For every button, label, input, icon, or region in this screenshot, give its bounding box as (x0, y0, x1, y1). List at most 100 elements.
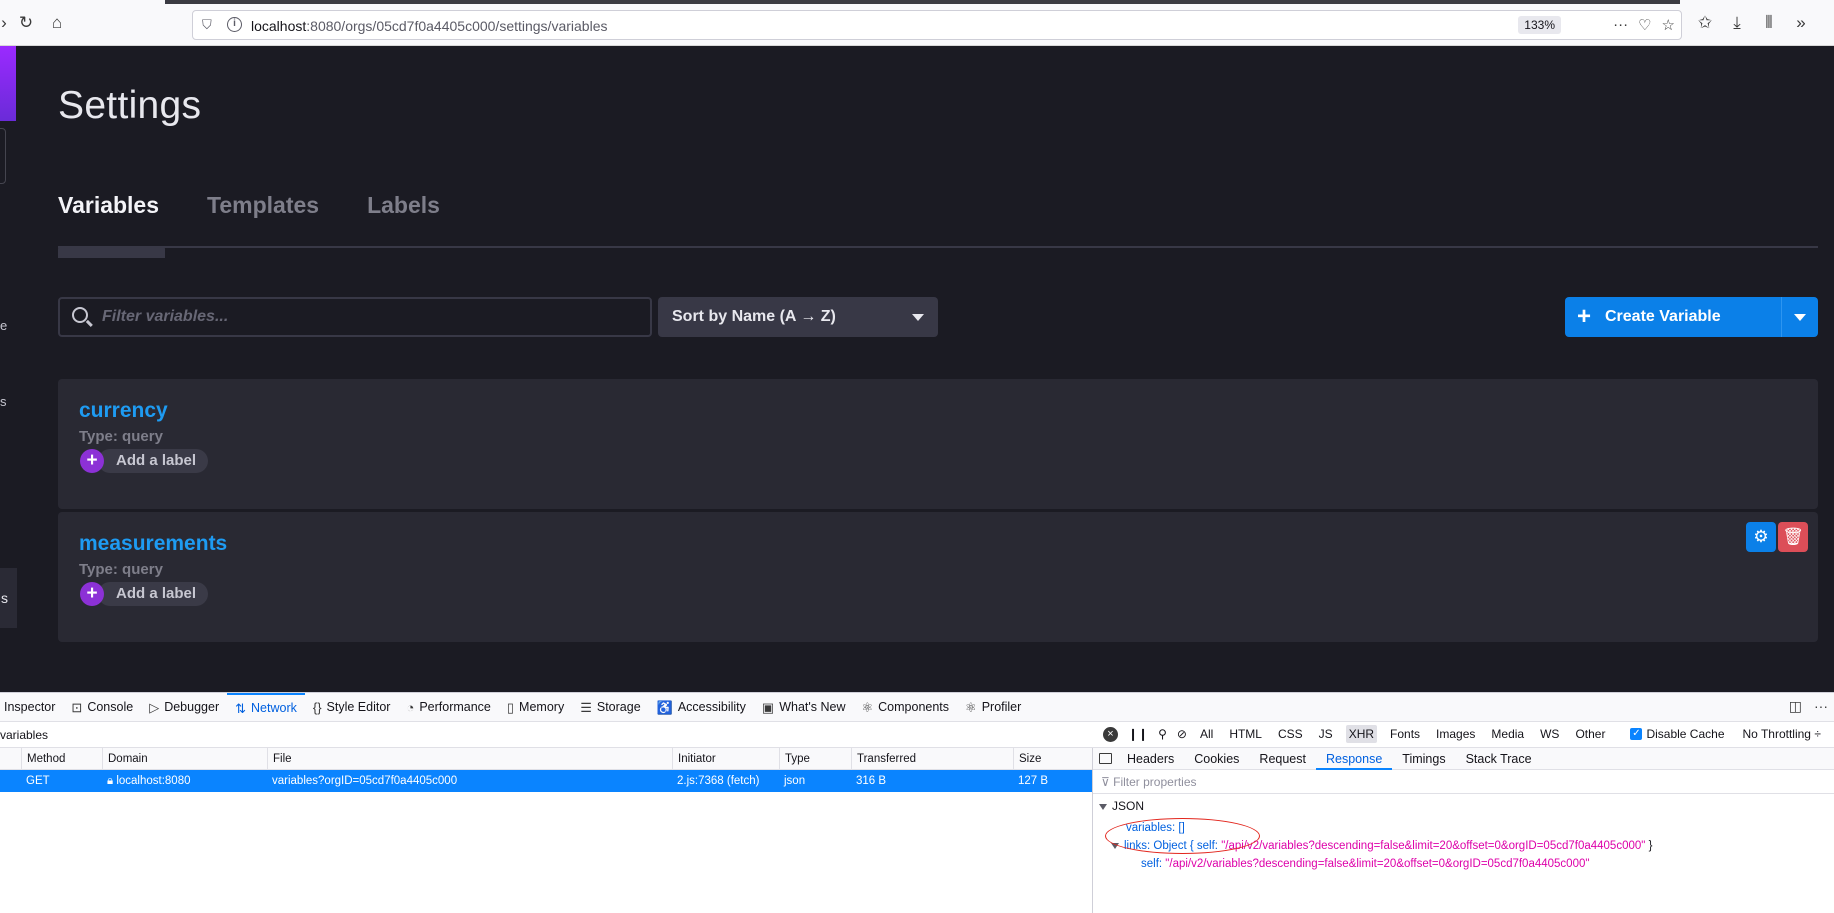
json-self-row[interactable]: self: "/api/v2/variables?descending=fals… (1141, 858, 1589, 870)
downloads-icon[interactable]: ⤓ (1727, 13, 1747, 33)
zoom-level[interactable]: 133% (1518, 16, 1561, 34)
variable-card[interactable]: measurements Type: query + Add a label ⚙… (58, 512, 1818, 642)
filter-css[interactable]: CSS (1275, 725, 1306, 743)
tab-memory[interactable]: ▯ Memory (499, 693, 572, 722)
chevron-down-icon[interactable] (1794, 314, 1806, 321)
sort-dropdown[interactable]: Sort by Name (A → Z) (658, 297, 938, 337)
filter-variables[interactable] (58, 297, 652, 337)
storage-icon: ☰ (580, 699, 592, 715)
gauge-icon: ◔ (406, 699, 415, 715)
variable-name[interactable]: currency (79, 399, 168, 423)
create-variable-button[interactable]: + Create Variable (1565, 297, 1818, 337)
tab-components[interactable]: ⚛ Components (854, 693, 958, 722)
react-icon: ⚛ (861, 699, 874, 715)
tab-headers[interactable]: Headers (1117, 748, 1184, 770)
filter-js[interactable]: JS (1316, 725, 1336, 743)
clear-icon[interactable]: × (1103, 726, 1118, 742)
site-info-icon[interactable]: i (227, 17, 242, 32)
tab-label: Style Editor (326, 699, 391, 714)
toggle-sidebar-icon[interactable] (1099, 753, 1112, 764)
search-icon[interactable]: ⚲ (1158, 727, 1167, 741)
tab-storage[interactable]: ☰ Storage (572, 693, 648, 722)
browser-toolbar: › ↻ ⌂ ⛉ i localhost:8080/orgs/05cd7f0a44… (0, 0, 1834, 46)
throttling-select[interactable]: No Throttling ÷ (1743, 727, 1821, 741)
library-icon[interactable]: ⫴ (1759, 13, 1779, 33)
column-method[interactable]: Method (21, 748, 102, 770)
tracking-shield-icon[interactable]: ⛉ (202, 17, 212, 33)
disable-cache-checkbox[interactable]: ✓ Disable Cache (1630, 727, 1725, 741)
block-icon[interactable]: ⊘ (1177, 727, 1187, 741)
tab-profiler[interactable]: ⚛ Profiler (957, 693, 1029, 722)
nav-item-active[interactable]: s (0, 568, 17, 628)
search-icon (72, 307, 88, 323)
tab-request[interactable]: Request (1249, 748, 1316, 770)
sort-label: Sort by Name (A → Z) (672, 308, 836, 325)
filter-other[interactable]: Other (1572, 725, 1608, 743)
lock-icon: 🔒︎ (107, 775, 117, 787)
tab-console[interactable]: ⊡ Console (63, 693, 141, 722)
tab-timings[interactable]: Timings (1392, 748, 1455, 770)
reload-icon[interactable]: ↻ (16, 13, 36, 33)
column-domain[interactable]: Domain (102, 748, 267, 770)
pocket-icon[interactable]: ♡ (1638, 16, 1651, 34)
table-row[interactable]: GET 🔒︎ localhost:8080 variables?orgID=05… (0, 770, 1092, 792)
add-label-plus-icon[interactable]: + (80, 449, 104, 473)
tab-label: Performance (419, 699, 491, 714)
filter-fonts[interactable]: Fonts (1387, 725, 1423, 743)
tabs-divider (58, 246, 1818, 248)
collections-icon[interactable]: ✩ (1695, 13, 1715, 33)
filter-variables-input[interactable] (102, 305, 642, 329)
url-filter-input[interactable]: variables (0, 728, 48, 742)
tab-strip (165, 0, 1680, 4)
tab-accessibility[interactable]: ♿ Accessibility (649, 693, 754, 722)
tab-network[interactable]: ⇅ Network (227, 692, 305, 722)
address-bar[interactable]: ⛉ i localhost:8080/orgs/05cd7f0a4405c000… (192, 10, 1682, 40)
bookmark-star-icon[interactable]: ☆ (1662, 16, 1675, 34)
add-label-text[interactable]: Add a label (98, 449, 209, 473)
tab-response[interactable]: Response (1315, 748, 1393, 770)
tab-debugger[interactable]: ▷ Debugger (141, 693, 227, 722)
tab-labels[interactable]: Labels (367, 192, 440, 226)
filter-html[interactable]: HTML (1226, 725, 1265, 743)
tab-style-editor[interactable]: {} Style Editor (305, 693, 399, 722)
pause-icon[interactable]: ❙❙ (1128, 727, 1148, 741)
request-table-header: Method Domain File Initiator Type Transf… (0, 748, 1092, 770)
filter-xhr[interactable]: XHR (1345, 725, 1378, 743)
filter-all[interactable]: All (1197, 725, 1216, 743)
tab-inspector[interactable]: Inspector (0, 693, 63, 722)
json-section-toggle[interactable]: JSON (1099, 799, 1144, 813)
back-icon[interactable]: › (0, 13, 14, 33)
variable-card[interactable]: currency Type: query + Add a label (58, 379, 1818, 509)
tab-templates[interactable]: Templates (207, 192, 319, 226)
column-initiator[interactable]: Initiator (672, 748, 779, 770)
filter-images[interactable]: Images (1433, 725, 1478, 743)
column-transferred[interactable]: Transferred (851, 748, 1013, 770)
request-initiator[interactable]: 2.js:7368 (fetch) (672, 770, 779, 792)
column-type[interactable]: Type (779, 748, 851, 770)
tab-whats-new[interactable]: ▣ What's New (754, 693, 854, 722)
add-label-plus-icon[interactable]: + (80, 582, 104, 606)
filter-properties-input[interactable]: ⊽ Filter properties (1093, 770, 1834, 794)
tab-cookies[interactable]: Cookies (1184, 748, 1249, 770)
column-file[interactable]: File (267, 748, 672, 770)
delete-button[interactable]: 🗑 (1778, 522, 1808, 552)
filter-ws[interactable]: WS (1537, 725, 1562, 743)
overflow-menu-icon[interactable]: » (1791, 13, 1811, 33)
more-icon[interactable]: ··· (1814, 698, 1828, 715)
nav-search-box[interactable] (0, 128, 6, 184)
more-icon[interactable]: ··· (1613, 16, 1628, 34)
variable-name[interactable]: measurements (79, 532, 227, 556)
tab-performance[interactable]: ◔ Performance (398, 693, 498, 722)
settings-gear-button[interactable]: ⚙ (1746, 522, 1776, 552)
home-icon[interactable]: ⌂ (47, 13, 67, 33)
dock-icon[interactable]: ◫ (1789, 698, 1802, 715)
tab-variables[interactable]: Variables (58, 192, 159, 226)
column-size[interactable]: Size (1013, 748, 1092, 770)
filter-media[interactable]: Media (1488, 725, 1527, 743)
add-label-text[interactable]: Add a label (98, 582, 209, 606)
nav-logo[interactable] (0, 46, 16, 121)
url-text[interactable]: localhost:8080/orgs/05cd7f0a4405c000/set… (251, 18, 607, 34)
add-label-control[interactable]: + Add a label (80, 582, 209, 606)
add-label-control[interactable]: + Add a label (80, 449, 209, 473)
tab-stack-trace[interactable]: Stack Trace (1456, 748, 1542, 770)
